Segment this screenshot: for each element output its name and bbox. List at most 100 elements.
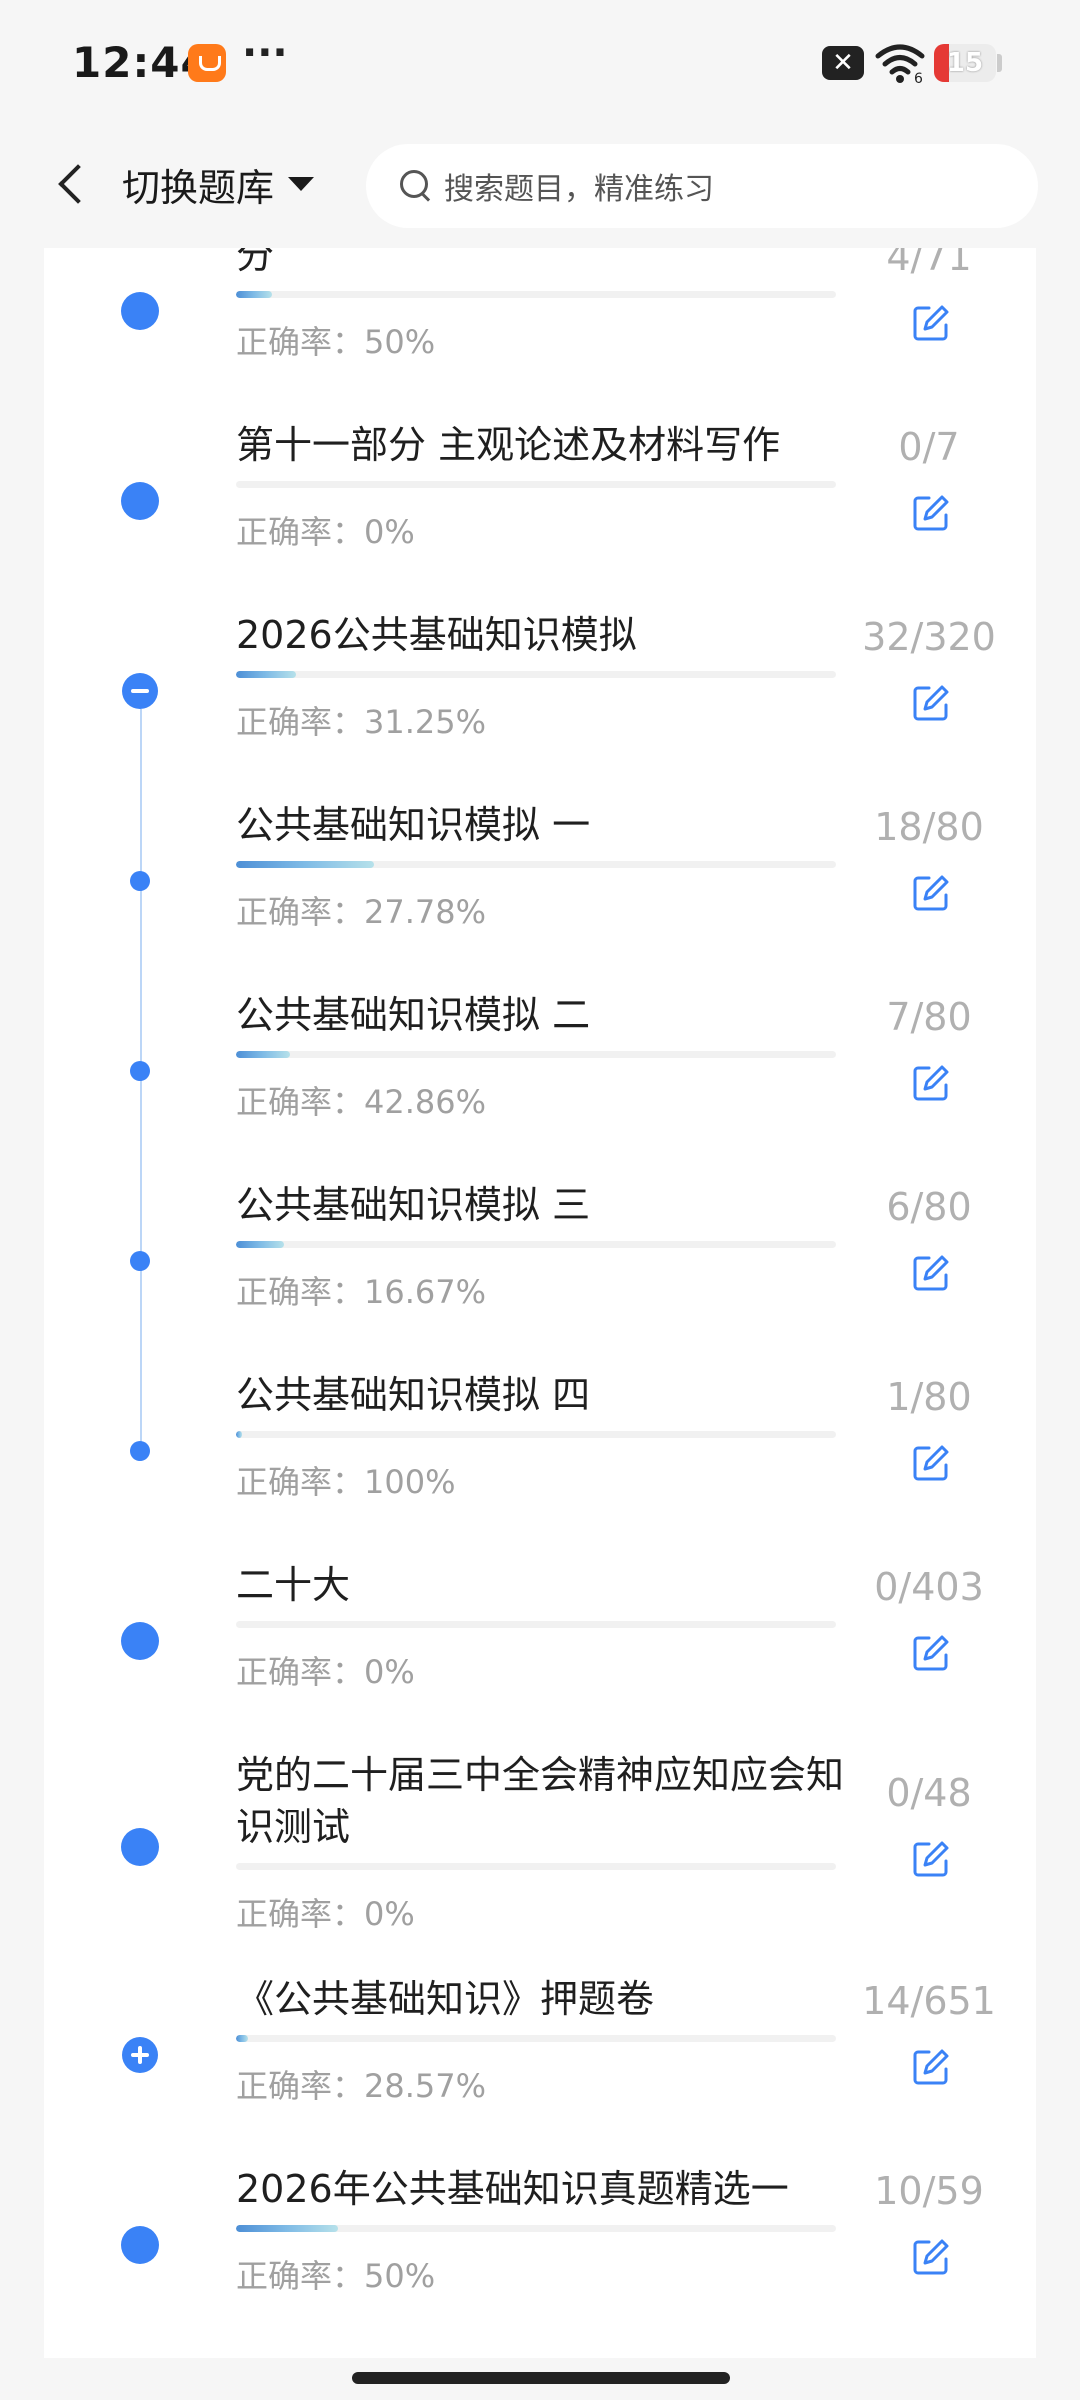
progress-bar bbox=[236, 291, 836, 298]
switch-question-bank-button[interactable]: 切换题库 bbox=[122, 156, 315, 212]
edit-icon[interactable] bbox=[911, 1063, 951, 1103]
accuracy-text: 正确率：50% bbox=[236, 2251, 435, 2297]
item-title: 公共基础知识模拟 四 bbox=[236, 1373, 591, 1417]
accuracy-value: 16.67% bbox=[364, 1273, 487, 1311]
progress-bar bbox=[236, 1241, 836, 1248]
edit-icon[interactable] bbox=[911, 1253, 951, 1293]
item-title: 党的二十届三中全会精神应知应会知识测试 bbox=[236, 1753, 845, 1849]
progress-fill bbox=[236, 861, 374, 868]
progress-bar bbox=[236, 2035, 836, 2042]
collapse-icon[interactable] bbox=[122, 673, 158, 709]
edit-icon[interactable] bbox=[911, 2047, 951, 2087]
question-bank-list: 分正确率：50% 4/71 第十一部分 主观论述及材料写作 正确率：0% 0/7 2026… bbox=[44, 248, 1036, 2358]
home-indicator[interactable] bbox=[352, 2372, 730, 2384]
accuracy-label: 正确率： bbox=[236, 1273, 365, 1311]
progress-bar bbox=[236, 481, 836, 488]
edit-icon[interactable] bbox=[911, 2237, 951, 2277]
expand-icon[interactable] bbox=[122, 2037, 158, 2073]
accuracy-value: 0% bbox=[364, 1895, 415, 1933]
accuracy-label: 正确率： bbox=[236, 1083, 365, 1121]
progress-fill bbox=[236, 1051, 290, 1058]
accuracy-label: 正确率： bbox=[236, 893, 365, 931]
app-notification-icon bbox=[188, 44, 226, 82]
accuracy-text: 正确率：27.78% bbox=[236, 887, 486, 933]
progress-fill bbox=[236, 1431, 242, 1438]
no-sim-icon: ✕ bbox=[822, 46, 864, 80]
edit-icon[interactable] bbox=[911, 1633, 951, 1673]
accuracy-value: 100% bbox=[364, 1463, 456, 1501]
edit-icon[interactable] bbox=[911, 303, 951, 343]
list-item[interactable]: 第十一部分 主观论述及材料写作 正确率：0% 0/7 bbox=[44, 401, 1036, 591]
accuracy-value: 50% bbox=[364, 323, 436, 361]
node-dot bbox=[121, 292, 159, 330]
accuracy-text: 正确率：42.86% bbox=[236, 1077, 486, 1123]
answered-count: 7/80 bbox=[886, 995, 972, 1039]
search-icon bbox=[396, 166, 436, 206]
edit-icon[interactable] bbox=[911, 1839, 951, 1879]
node-dot bbox=[121, 2226, 159, 2264]
list-item[interactable]: 2026公共基础知识模拟 正确率：31.25% 32/320 bbox=[44, 591, 1036, 781]
list-item[interactable]: 公共基础知识模拟 二正确率：42.86% 7/80 bbox=[44, 971, 1036, 1161]
list-item[interactable]: 《公共基础知识》押题卷 正确率：28.57% 14/651 bbox=[44, 1955, 1036, 2145]
accuracy-label: 正确率： bbox=[236, 1895, 365, 1933]
accuracy-label: 正确率： bbox=[236, 2067, 365, 2105]
list-item[interactable]: 党的二十届三中全会精神应知应会知识测试正确率：0% 0/48 bbox=[44, 1731, 1036, 1955]
progress-fill bbox=[236, 291, 272, 298]
item-title: 公共基础知识模拟 三 bbox=[236, 1183, 591, 1227]
answered-count: 1/80 bbox=[886, 1375, 972, 1419]
item-title: 第十一部分 主观论述及材料写作 bbox=[236, 423, 781, 467]
list-item[interactable]: 公共基础知识模拟 一正确率：27.78% 18/80 bbox=[44, 781, 1036, 971]
progress-bar bbox=[236, 1051, 836, 1058]
caret-down-icon bbox=[288, 177, 315, 191]
accuracy-text: 正确率：31.25% bbox=[236, 697, 486, 743]
status-bar: 12:44 ··· ✕ 6 15 bbox=[0, 0, 1080, 120]
progress-fill bbox=[236, 2035, 248, 2042]
accuracy-label: 正确率： bbox=[236, 2257, 365, 2295]
list-item[interactable]: 公共基础知识模拟 三正确率：16.67% 6/80 bbox=[44, 1161, 1036, 1351]
answered-count: 10/59 bbox=[874, 2169, 984, 2213]
search-input[interactable]: 搜索题目，精准练习 bbox=[366, 144, 1038, 228]
top-bar: 切换题库 搜索题目，精准练习 bbox=[0, 120, 1080, 248]
battery-level: 15 bbox=[946, 48, 984, 78]
accuracy-value: 0% bbox=[364, 513, 415, 551]
accuracy-value: 27.78% bbox=[364, 893, 487, 931]
edit-icon[interactable] bbox=[911, 493, 951, 533]
subnode-dot bbox=[130, 871, 150, 891]
list-item[interactable]: 二十大 正确率：0% 0/403 bbox=[44, 1541, 1036, 1731]
accuracy-text: 正确率：0% bbox=[236, 1889, 415, 1935]
wifi-icon: 6 bbox=[875, 44, 925, 84]
progress-bar bbox=[236, 671, 836, 678]
list-item[interactable]: 分正确率：50% 4/71 bbox=[44, 248, 1036, 401]
item-title: 分 bbox=[236, 248, 275, 277]
node-dot bbox=[121, 482, 159, 520]
item-title: 公共基础知识模拟 二 bbox=[236, 993, 591, 1037]
svg-text:6: 6 bbox=[914, 71, 923, 84]
accuracy-value: 50% bbox=[364, 2257, 436, 2295]
answered-count: 14/651 bbox=[862, 1979, 996, 2023]
answered-count: 32/320 bbox=[862, 615, 996, 659]
edit-icon[interactable] bbox=[911, 873, 951, 913]
accuracy-text: 正确率：0% bbox=[236, 507, 415, 553]
answered-count: 0/48 bbox=[886, 1771, 972, 1815]
progress-fill bbox=[236, 1241, 284, 1248]
accuracy-value: 31.25% bbox=[364, 703, 487, 741]
accuracy-text: 正确率：0% bbox=[236, 1647, 415, 1693]
more-notifications-icon: ··· bbox=[242, 30, 288, 76]
back-arrow-icon[interactable] bbox=[40, 152, 104, 216]
item-title: 公共基础知识模拟 一 bbox=[236, 803, 591, 847]
item-title: 2026公共基础知识模拟 bbox=[236, 613, 637, 657]
accuracy-text: 正确率：50% bbox=[236, 317, 435, 363]
node-dot bbox=[121, 1622, 159, 1660]
accuracy-label: 正确率： bbox=[236, 323, 365, 361]
list-item[interactable]: 2026年公共基础知识真题精选一 正确率：50% 10/59 bbox=[44, 2145, 1036, 2335]
list-item[interactable]: 公共基础知识模拟 四正确率：100% 1/80 bbox=[44, 1351, 1036, 1541]
edit-icon[interactable] bbox=[911, 1443, 951, 1483]
answered-count: 18/80 bbox=[874, 805, 984, 849]
subnode-dot bbox=[130, 1061, 150, 1081]
item-title: 2026年公共基础知识真题精选一 bbox=[236, 2167, 789, 2211]
accuracy-label: 正确率： bbox=[236, 513, 365, 551]
accuracy-value: 0% bbox=[364, 1653, 415, 1691]
answered-count: 0/7 bbox=[898, 425, 960, 469]
progress-bar bbox=[236, 1863, 836, 1870]
edit-icon[interactable] bbox=[911, 683, 951, 723]
